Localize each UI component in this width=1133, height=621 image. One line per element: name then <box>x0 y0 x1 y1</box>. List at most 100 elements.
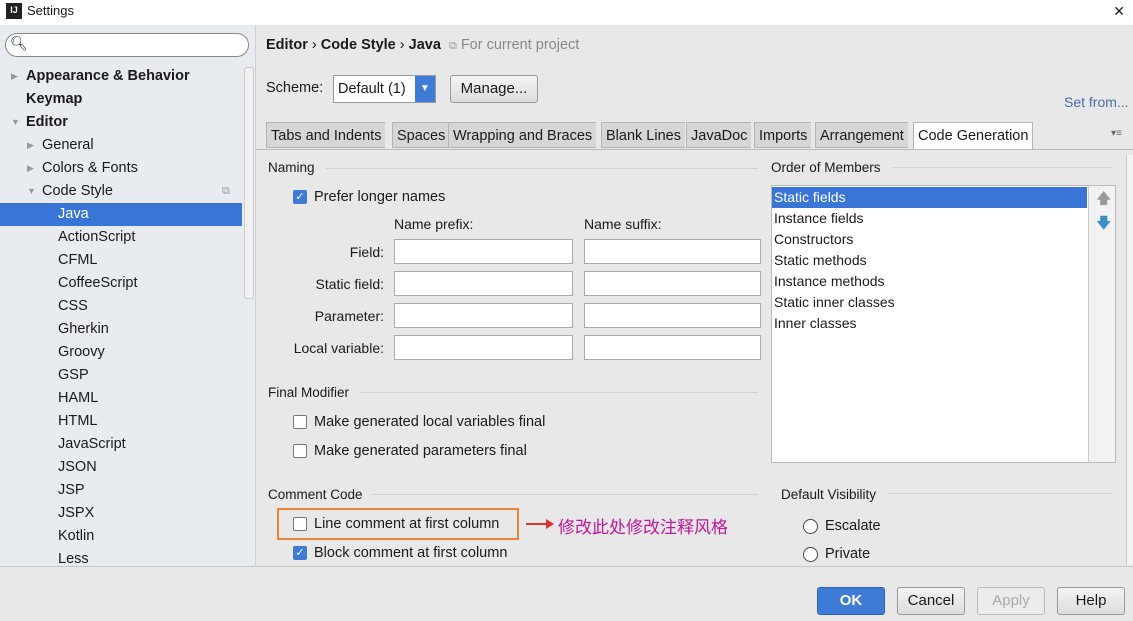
final-locals-checkbox[interactable] <box>293 415 307 429</box>
member-list-item[interactable]: Inner classes <box>772 313 1087 334</box>
tab-arrangement[interactable]: Arrangement <box>815 122 908 148</box>
sidebar-item-groovy[interactable]: Groovy <box>0 341 242 364</box>
breadcrumb-editor[interactable]: Editor <box>266 37 308 53</box>
scheme-value: Default (1) <box>338 81 406 97</box>
content-scrollbar[interactable] <box>1126 155 1133 565</box>
sidebar-item-label: Kotlin <box>58 528 95 544</box>
sidebar-item-general[interactable]: ▶ General <box>0 134 242 157</box>
tab-javadoc[interactable]: JavaDoc <box>686 122 752 148</box>
sidebar-item-javascript[interactable]: JavaScript <box>0 433 242 456</box>
sidebar-item-editor[interactable]: ▼ Editor <box>0 111 242 134</box>
prefer-longer-checkbox[interactable]: ✓ <box>293 190 307 204</box>
prefix-input[interactable] <box>394 335 573 360</box>
breadcrumb-code-style[interactable]: Code Style <box>321 37 396 53</box>
search-field[interactable]: 🔍︎ <box>5 33 249 57</box>
naming-row-label: Parameter: <box>314 308 384 324</box>
collapsed-arrow-icon[interactable]: ▶ <box>27 157 34 180</box>
tab-imports[interactable]: Imports <box>754 122 812 148</box>
suffix-input[interactable] <box>584 271 761 296</box>
line-comment-checkbox[interactable] <box>293 517 307 531</box>
naming-row-label: Static field: <box>315 276 384 292</box>
sidebar-item-code-style[interactable]: ▼ Code Style ⧉ <box>0 180 242 203</box>
move-up-icon[interactable]: 🡅︎ <box>1096 188 1111 213</box>
sidebar-item-label: CoffeeScript <box>58 275 138 291</box>
members-toolbar: 🡅︎ 🡇︎ <box>1088 186 1115 462</box>
naming-row-label: Local variable: <box>293 340 384 356</box>
suffix-input[interactable] <box>584 335 761 360</box>
sidebar-item-keymap[interactable]: Keymap <box>0 88 242 111</box>
sidebar-item-label: Keymap <box>26 91 83 107</box>
tab-tabs-and-indents[interactable]: Tabs and Indents <box>266 122 386 148</box>
set-from-link[interactable]: Set from... <box>1064 94 1129 110</box>
escalate-radio[interactable] <box>803 519 818 534</box>
sidebar-item-haml[interactable]: HAML <box>0 387 242 410</box>
sidebar-item-jsp[interactable]: JSP <box>0 479 242 502</box>
sidebar-item-colors-fonts[interactable]: ▶ Colors & Fonts <box>0 157 242 180</box>
sidebar-item-label: JSP <box>58 482 85 498</box>
sidebar-item-label: Editor <box>26 114 68 130</box>
sidebar-scrollbar[interactable] <box>244 67 254 299</box>
member-list-item[interactable]: Static methods <box>772 250 1087 271</box>
suffix-input[interactable] <box>584 239 761 264</box>
cancel-button[interactable]: Cancel <box>897 587 965 615</box>
final-params-checkbox[interactable] <box>293 444 307 458</box>
sidebar-item-label: General <box>42 137 94 153</box>
block-comment-checkbox[interactable]: ✓ <box>293 546 307 560</box>
member-list-item[interactable]: Static inner classes <box>772 292 1087 313</box>
sidebar-item-gherkin[interactable]: Gherkin <box>0 318 242 341</box>
tab-code-generation[interactable]: Code Generation <box>913 122 1034 150</box>
sidebar-item-html[interactable]: HTML <box>0 410 242 433</box>
sidebar-item-gsp[interactable]: GSP <box>0 364 242 387</box>
private-radio[interactable] <box>803 547 818 562</box>
collapsed-arrow-icon[interactable]: ▶ <box>27 134 34 157</box>
member-list-item[interactable]: Static fields <box>772 187 1087 208</box>
sidebar-item-actionscript[interactable]: ActionScript <box>0 226 242 249</box>
collapsed-arrow-icon[interactable]: ▶ <box>11 65 18 88</box>
tabs-overflow-icon[interactable]: ▾≡ <box>1111 128 1122 139</box>
prefix-header: Name prefix: <box>394 216 474 232</box>
final-params-label: Make generated parameters final <box>314 443 527 459</box>
ok-button[interactable]: OK <box>817 587 885 615</box>
apply-button[interactable]: Apply <box>977 587 1045 615</box>
tab-blank-lines[interactable]: Blank Lines <box>601 122 685 148</box>
sidebar-item-kotlin[interactable]: Kotlin <box>0 525 242 548</box>
suffix-header: Name suffix: <box>584 216 662 232</box>
breadcrumb-sep: › <box>399 37 405 53</box>
close-button[interactable]: ✕ <box>1113 3 1125 20</box>
sidebar-item-label: HAML <box>58 390 99 406</box>
chevron-down-icon: ▼ <box>415 76 435 102</box>
help-button[interactable]: Help <box>1057 587 1125 615</box>
sidebar-item-appearance-behavior[interactable]: ▶ Appearance & Behavior <box>0 65 242 88</box>
sidebar-item-label: GSP <box>58 367 89 383</box>
sidebar-item-coffeescript[interactable]: CoffeeScript <box>0 272 242 295</box>
prefix-input[interactable] <box>394 239 573 264</box>
tab-wrapping-and-braces[interactable]: Wrapping and Braces <box>448 122 597 148</box>
prefix-input[interactable] <box>394 271 573 296</box>
member-list-item[interactable]: Instance methods <box>772 271 1087 292</box>
move-down-icon[interactable]: 🡇︎ <box>1096 213 1111 238</box>
sidebar-item-label: Colors & Fonts <box>42 160 138 176</box>
divider <box>893 167 1113 168</box>
prefix-input[interactable] <box>394 303 573 328</box>
members-items: Static fields Instance fields Constructors… <box>772 186 1089 462</box>
member-list-item[interactable]: Instance fields <box>772 208 1087 229</box>
member-list-item[interactable]: Constructors <box>772 229 1087 250</box>
scheme-dropdown[interactable]: Default (1) ▼ <box>333 75 436 103</box>
members-list[interactable]: Static fields Instance fields Constructors… <box>771 185 1116 463</box>
final-locals-label: Make generated local variables final <box>314 414 546 430</box>
sidebar-item-css[interactable]: CSS <box>0 295 242 318</box>
annotation-arrow <box>526 523 548 525</box>
project-scope-icon: ⧉ <box>222 185 230 197</box>
expanded-arrow-icon[interactable]: ▼ <box>27 180 36 203</box>
app-logo-icon: IJ <box>6 3 22 19</box>
expanded-arrow-icon[interactable]: ▼ <box>11 111 20 134</box>
tab-spaces[interactable]: Spaces <box>392 122 450 148</box>
sidebar-item-label: CSS <box>58 298 88 314</box>
block-comment-label: Block comment at first column <box>314 545 508 561</box>
sidebar-item-jspx[interactable]: JSPX <box>0 502 242 525</box>
manage-button[interactable]: Manage... <box>450 75 538 103</box>
sidebar-item-cfml[interactable]: CFML <box>0 249 242 272</box>
sidebar-item-json[interactable]: JSON <box>0 456 242 479</box>
suffix-input[interactable] <box>584 303 761 328</box>
sidebar-item-java[interactable]: Java <box>0 203 242 226</box>
